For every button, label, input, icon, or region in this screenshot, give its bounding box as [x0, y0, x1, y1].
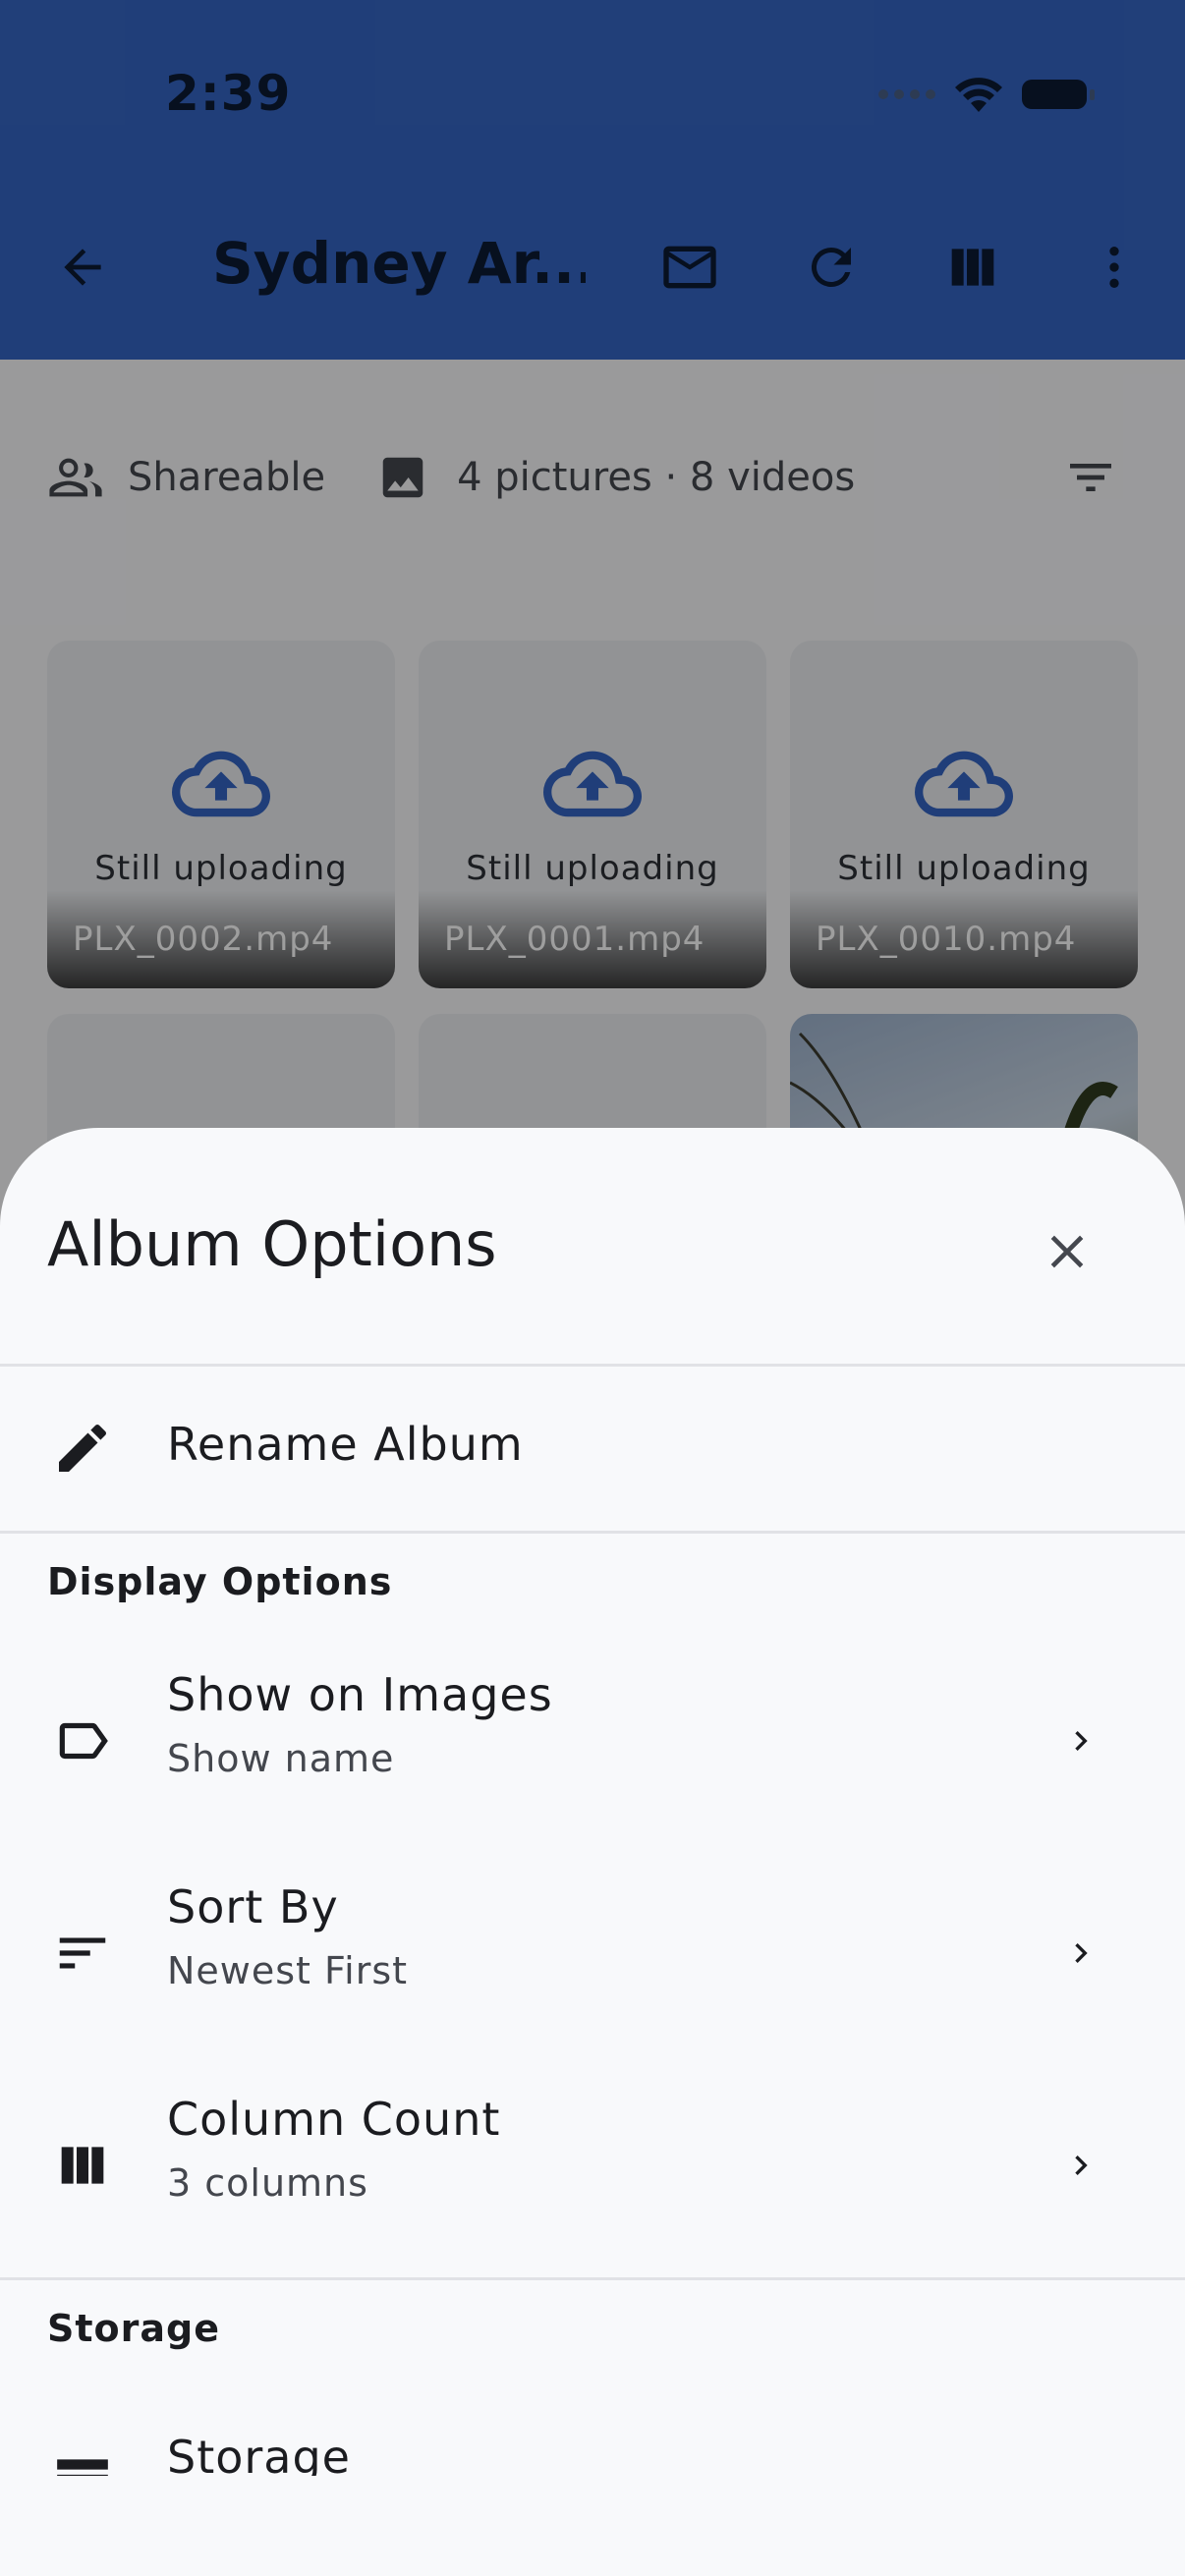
label-icon [47, 1706, 118, 1776]
rename-album-item[interactable]: Rename Album [0, 1367, 1185, 1530]
show-on-images-title: Show on Images [167, 1668, 553, 1721]
column-count-value: 3 columns [167, 2161, 368, 2205]
sheet-title: Album Options [47, 1208, 497, 1280]
close-button[interactable] [1028, 1212, 1106, 1291]
close-icon [1050, 1235, 1084, 1268]
sheet-bottom-edge [0, 2476, 1185, 2576]
column-count-title: Column Count [167, 2093, 501, 2146]
edit-icon [47, 1413, 118, 1484]
storage-header: Storage [47, 2307, 220, 2350]
sort-by-title: Sort By [167, 1880, 339, 1933]
show-on-images-item[interactable]: Show on Images Show name [0, 1639, 1185, 1845]
sort-by-item[interactable]: Sort By Newest First [0, 1851, 1185, 2057]
column-view-icon [47, 2130, 118, 2201]
column-count-item[interactable]: Column Count 3 columns [0, 2063, 1185, 2269]
show-on-images-value: Show name [167, 1737, 395, 1780]
divider [0, 2277, 1185, 2280]
divider [0, 1531, 1185, 1534]
sort-by-value: Newest First [167, 1949, 409, 1992]
album-options-sheet: Album Options Rename Album Display Optio… [0, 1128, 1185, 2576]
sort-icon [47, 1918, 118, 1988]
chevron-right-icon [1061, 1711, 1100, 1770]
chevron-right-icon [1061, 2136, 1100, 2195]
rename-album-label: Rename Album [167, 1418, 524, 1471]
display-options-header: Display Options [47, 1560, 393, 1603]
chevron-right-icon [1061, 1924, 1100, 1983]
